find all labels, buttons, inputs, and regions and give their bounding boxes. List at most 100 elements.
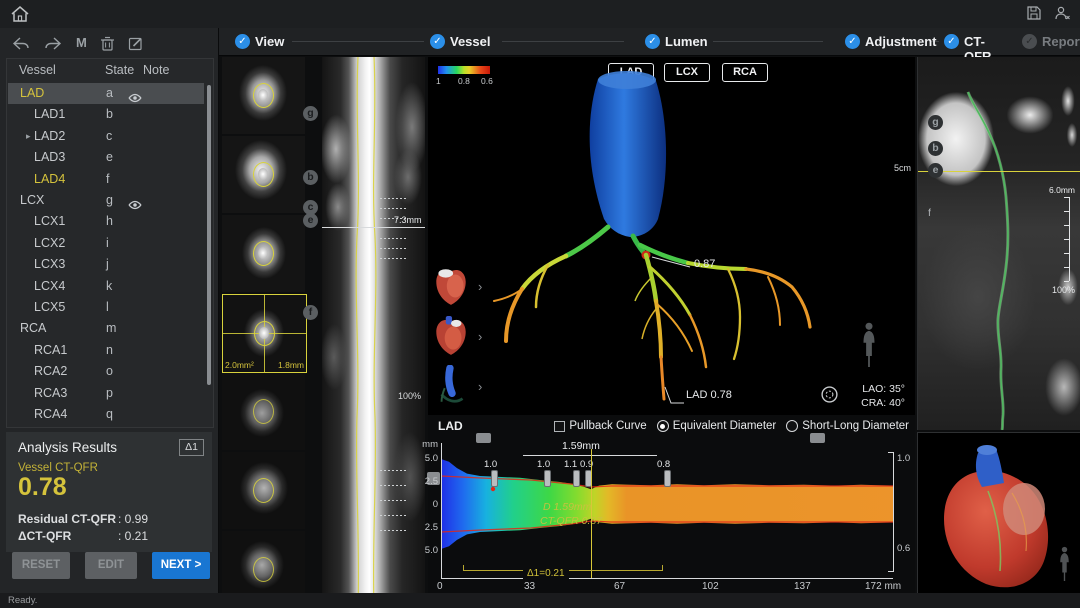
vessel-row-rca4[interactable]: RCA4 q — [8, 404, 204, 425]
reference-marker[interactable] — [491, 470, 498, 487]
delta-ctqfr-label: ΔCT-QFR — [18, 529, 71, 543]
chevron-right-icon: › — [478, 379, 482, 394]
mpr-label-f: f — [928, 207, 931, 219]
cross-section-thumbnail-selected[interactable]: 2.0mm² 1.8mm — [222, 294, 307, 373]
vessel-row-lad3[interactable]: LAD3 e — [8, 147, 204, 168]
radio-selected-icon — [657, 420, 669, 432]
vessel-row-lcx1[interactable]: LCX1 h — [8, 211, 204, 232]
column-header-note: Note — [143, 63, 169, 77]
equivalent-diameter-radio[interactable]: Equivalent Diameter — [657, 420, 777, 432]
reset-button[interactable]: RESET — [12, 552, 70, 579]
vessel-row-lad[interactable]: LAD a — [8, 83, 204, 104]
orientation-human-icon — [1056, 545, 1073, 588]
orientation-human-icon — [858, 319, 880, 376]
overlay-diameter-label: D 1.59mm — [543, 501, 591, 513]
short-long-diameter-radio[interactable]: Short-Long Diameter — [786, 420, 909, 432]
vessel-row-lcx[interactable]: LCX g — [8, 190, 204, 211]
marker-value: 0.8 — [657, 459, 670, 470]
branch-badge-g[interactable]: g — [303, 106, 318, 121]
mpr-badge-e[interactable]: e — [928, 163, 943, 178]
x-axis-line — [441, 578, 893, 579]
edit-button[interactable]: EDIT — [85, 552, 137, 579]
x-tick: 33 — [524, 581, 535, 592]
check-icon: ✓ — [845, 34, 860, 49]
lao-angle-label: LAO: 35° — [862, 383, 905, 395]
edit-icon[interactable] — [128, 36, 143, 56]
marker-value: 1.0 — [537, 459, 550, 470]
cpr-zoom-label: 100% — [398, 391, 421, 401]
measure-tool-icon[interactable]: M — [76, 35, 87, 50]
undo-icon[interactable] — [12, 36, 30, 56]
mpr-badge-g[interactable]: g — [928, 115, 943, 130]
analysis-title: Analysis Results — [18, 440, 117, 455]
reference-marker[interactable] — [544, 470, 551, 487]
cross-section-thumbnail[interactable] — [222, 373, 305, 450]
vessel-toolbar: M — [0, 32, 218, 56]
branch-badge-b[interactable]: b — [303, 170, 318, 185]
next-button[interactable]: NEXT > — [152, 552, 210, 579]
ct-qfr-workstation: M Vessel State Note LAD a LAD1 b ▸ — [0, 0, 1080, 608]
heart-view-preset-1[interactable]: › — [432, 265, 470, 307]
vessel-row-rca[interactable]: RCA m — [8, 318, 204, 339]
heart-3d-view[interactable] — [917, 432, 1080, 594]
cross-section-thumbnail[interactable] — [222, 136, 305, 213]
cpr-measure-label: 7.3mm — [394, 215, 422, 225]
analysis-results-panel: Analysis Results Δ1 Vessel CT-QFR 0.78 R… — [6, 432, 212, 552]
lumen-area-label: 2.0mm² — [225, 360, 254, 370]
y-tick: 5.0 — [412, 545, 438, 556]
lumen-contour — [253, 478, 274, 503]
pullback-chart-panel: LAD Pullback Curve Equivalent Diameter S… — [428, 415, 915, 593]
delete-icon[interactable] — [100, 36, 115, 56]
cross-section-thumbnail[interactable] — [222, 215, 305, 292]
marker-value: 1.1 — [564, 459, 577, 470]
expand-triangle-icon[interactable]: ▸ — [26, 126, 31, 147]
workflow-tab-bar: ✓ View ✓ Vessel ✓ Lumen ✓ Adjustment ✓ C… — [219, 28, 1080, 56]
vessel-tree-preset[interactable]: › — [432, 365, 470, 407]
cross-section-thumbnail[interactable] — [222, 452, 305, 529]
range-handle-start[interactable] — [476, 433, 491, 443]
vessel-row-lcx4[interactable]: LCX4 k — [8, 276, 204, 297]
mpr-badge-b[interactable]: b — [928, 141, 943, 156]
lumen-contour — [253, 557, 274, 582]
mld-position-line[interactable] — [591, 449, 592, 578]
delta-ctqfr-value: : 0.21 — [118, 529, 148, 543]
range-handle-end[interactable] — [810, 433, 825, 443]
home-icon[interactable] — [10, 5, 30, 28]
reference-marker[interactable] — [664, 470, 671, 487]
rotate-view-icon[interactable] — [820, 385, 839, 409]
overlay-ctqfr-label: CT-QFR 0.87 — [540, 515, 602, 527]
status-text: Ready. — [8, 595, 37, 606]
redo-icon[interactable] — [44, 36, 62, 56]
reference-marker[interactable] — [573, 470, 580, 487]
mpr-ruler — [1069, 197, 1070, 281]
checkbox-icon — [554, 421, 565, 432]
vessel-list-scrollbar[interactable] — [207, 85, 211, 385]
coronary-3d-view[interactable]: 1 0.8 0.6 LAD LCX RCA — [428, 57, 915, 415]
user-icon[interactable] — [1054, 5, 1071, 26]
cross-section-thumbnail[interactable] — [222, 57, 305, 134]
vessel-row-rca2[interactable]: RCA2 o — [8, 361, 204, 382]
check-icon: ✓ — [1022, 34, 1037, 49]
chevron-right-icon: › — [478, 329, 482, 344]
vessel-row-lad2[interactable]: ▸ LAD2 c — [8, 126, 204, 147]
heart-view-preset-2[interactable]: › — [432, 315, 470, 357]
radio-icon — [786, 420, 798, 432]
cra-angle-label: CRA: 40° — [861, 397, 905, 409]
vessel-row-lad4[interactable]: LAD4 f — [8, 169, 204, 190]
mld-measure-line — [523, 455, 657, 456]
pullback-curve-checkbox[interactable]: Pullback Curve — [554, 420, 646, 432]
branch-badge-e[interactable]: e — [303, 213, 318, 228]
vessel-row-lcx5[interactable]: LCX5 l — [8, 297, 204, 318]
branch-badge-f[interactable]: f — [303, 305, 318, 320]
vessel-row-lcx2[interactable]: LCX2 i — [8, 233, 204, 254]
x-tick: 172 mm — [865, 581, 901, 592]
straightened-vessel-view[interactable]: 7.3mm 100% — [322, 57, 425, 608]
save-icon[interactable] — [1026, 5, 1042, 26]
vessel-row-lcx3[interactable]: LCX3 j — [8, 254, 204, 275]
x-tick: 67 — [614, 581, 625, 592]
vessel-row-rca1[interactable]: RCA1 n — [8, 340, 204, 361]
curved-mpr-view[interactable]: g b e f 6.0mm 100% — [917, 57, 1080, 430]
vessel-row-rca3[interactable]: RCA3 p — [8, 383, 204, 404]
y-tick: 2.5 — [412, 476, 438, 487]
vessel-row-lad1[interactable]: LAD1 b — [8, 104, 204, 125]
